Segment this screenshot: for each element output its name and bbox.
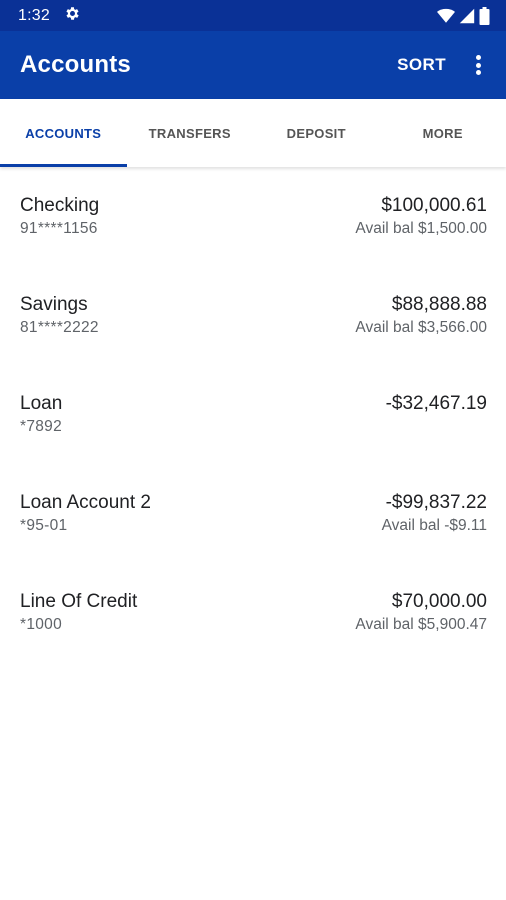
account-name: Line Of Credit xyxy=(20,591,138,612)
account-name: Loan xyxy=(20,393,63,414)
status-bar: 1:32 xyxy=(0,0,506,31)
account-list: Checking 91****1156 $100,000.61 Avail ba… xyxy=(0,167,506,662)
account-balance: $70,000.00 xyxy=(391,591,487,612)
account-row-checking[interactable]: Checking 91****1156 $100,000.61 Avail ba… xyxy=(0,167,506,266)
account-row-loan-account-2[interactable]: Loan Account 2 *95-01 -$99,837.22 Avail … xyxy=(0,464,506,563)
page-title: Accounts xyxy=(20,51,131,78)
app-bar: Accounts SORT xyxy=(0,31,506,99)
app-bar-actions: SORT xyxy=(397,53,488,77)
tab-transfers[interactable]: TRANSFERS xyxy=(127,99,254,167)
account-row-savings[interactable]: Savings 81****2222 $88,888.88 Avail bal … xyxy=(0,266,506,365)
account-number: *1000 xyxy=(20,616,63,633)
tab-more[interactable]: MORE xyxy=(380,99,506,167)
account-info: Savings 81****2222 xyxy=(20,293,99,365)
wifi-icon xyxy=(437,8,455,24)
available-balance: Avail bal $5,900.47 xyxy=(355,616,487,633)
available-balance: Avail bal $1,500.00 xyxy=(355,220,487,237)
account-info: Checking 91****1156 xyxy=(20,194,99,266)
account-name: Checking xyxy=(20,195,100,216)
tab-deposit[interactable]: DEPOSIT xyxy=(253,99,380,167)
account-name: Savings xyxy=(20,294,88,315)
more-vert-icon[interactable] xyxy=(468,53,488,77)
account-row-line-of-credit[interactable]: Line Of Credit *1000 $70,000.00 Avail ba… xyxy=(0,563,506,662)
available-balance: Avail bal -$9.11 xyxy=(381,517,487,534)
account-balance: -$99,837.22 xyxy=(385,492,487,513)
sort-button[interactable]: SORT xyxy=(397,55,446,75)
account-number: 91****1156 xyxy=(20,220,98,237)
available-balance: Avail bal $3,566.00 xyxy=(355,319,487,336)
account-row-loan[interactable]: Loan *7892 -$32,467.19 xyxy=(0,365,506,464)
status-left: 1:32 xyxy=(18,5,81,27)
status-right xyxy=(437,6,490,25)
account-balance: -$32,467.19 xyxy=(385,393,487,414)
account-balances: $100,000.61 Avail bal $1,500.00 xyxy=(355,194,487,266)
account-info: Loan *7892 xyxy=(20,392,62,464)
account-balances: $70,000.00 Avail bal $5,900.47 xyxy=(355,590,487,662)
account-balances: -$32,467.19 xyxy=(386,392,487,464)
account-balance: $88,888.88 xyxy=(391,294,487,315)
signal-icon xyxy=(459,8,475,24)
tab-bar: ACCOUNTS TRANSFERS DEPOSIT MORE xyxy=(0,99,506,167)
settings-gear-icon xyxy=(64,5,81,27)
account-info: Loan Account 2 *95-01 xyxy=(20,491,151,563)
account-number: *7892 xyxy=(20,418,63,435)
account-balances: -$99,837.22 Avail bal -$9.11 xyxy=(382,491,487,563)
battery-icon xyxy=(479,6,490,25)
account-number: *95-01 xyxy=(20,517,68,534)
account-info: Line Of Credit *1000 xyxy=(20,590,137,662)
account-number: 81****2222 xyxy=(20,319,99,336)
tab-accounts[interactable]: ACCOUNTS xyxy=(0,99,127,167)
account-balances: $88,888.88 Avail bal $3,566.00 xyxy=(355,293,487,365)
account-balance: $100,000.61 xyxy=(381,195,487,216)
status-time: 1:32 xyxy=(18,6,50,24)
account-name: Loan Account 2 xyxy=(20,492,151,513)
